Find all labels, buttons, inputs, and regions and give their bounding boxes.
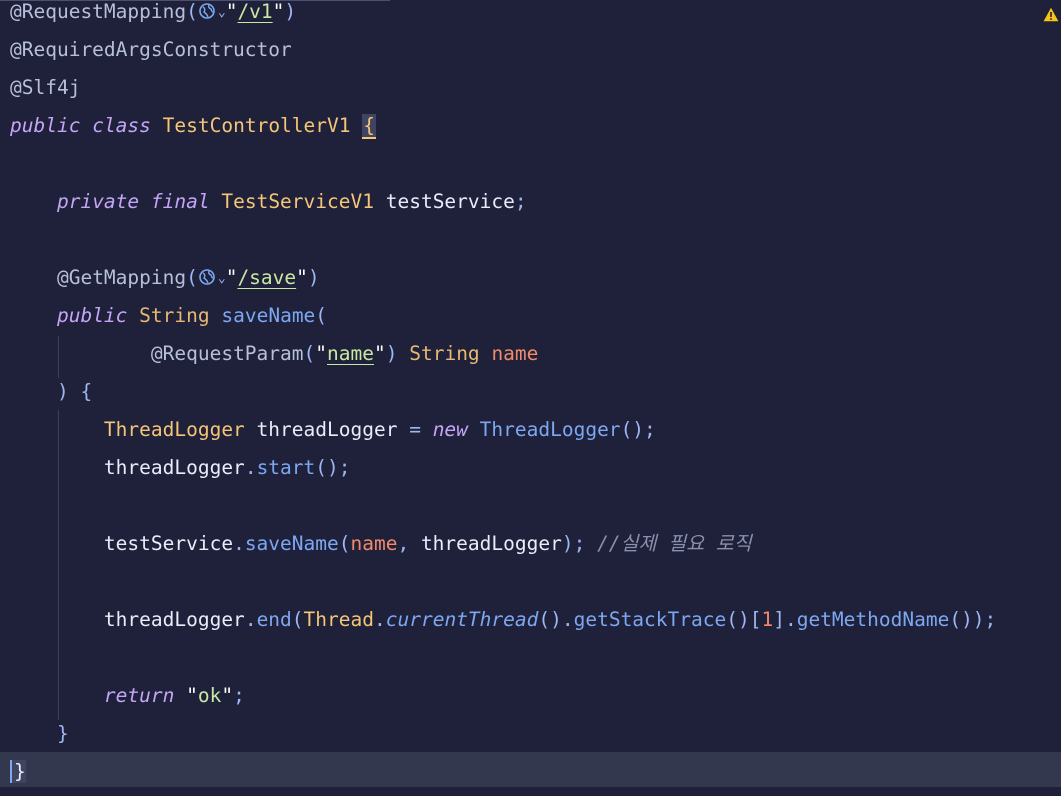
annotation: @RequiredArgsConstructor — [10, 38, 292, 61]
code-line-11[interactable]: ) { — [10, 378, 92, 416]
code-line-19[interactable]: return "ok"; — [10, 682, 245, 720]
annotation: @GetMapping — [56, 266, 187, 289]
method-name: saveName — [221, 304, 316, 327]
annotation: @RequestMapping — [10, 0, 187, 23]
code-line-4[interactable]: public class TestControllerV1 { — [10, 112, 376, 150]
globe-icon[interactable] — [198, 268, 216, 286]
code-line-2[interactable]: @RequiredArgsConstructor — [10, 36, 292, 74]
annotation: @RequestParam — [150, 342, 304, 365]
code-line-20[interactable]: } — [10, 720, 69, 758]
chevron-down-icon[interactable]: ⌄ — [218, 271, 226, 286]
warning-icon[interactable] — [1043, 7, 1059, 22]
annotation: @Slf4j — [10, 76, 81, 99]
globe-icon[interactable] — [198, 2, 216, 20]
code-editor[interactable]: @RequestMapping(⌄"/v1") @RequiredArgsCon… — [0, 0, 1061, 787]
code-line-13[interactable]: threadLogger.start(); — [10, 454, 351, 492]
code-line-21[interactable]: } — [10, 758, 26, 796]
mapping-path[interactable]: /save — [237, 266, 296, 289]
code-line-10[interactable]: @RequestParam("name") String name — [10, 340, 539, 378]
class-name: TestControllerV1 — [162, 114, 351, 137]
mapping-path[interactable]: /v1 — [237, 0, 272, 23]
cursor-brace[interactable]: } — [10, 760, 26, 783]
current-line-highlight — [0, 752, 1061, 787]
code-line-9[interactable]: public String saveName( — [10, 302, 327, 340]
code-line-8[interactable]: @GetMapping(⌄"/save") — [10, 264, 320, 302]
matched-brace: { — [362, 114, 376, 139]
code-line-1[interactable]: @RequestMapping(⌄"/v1") — [10, 0, 296, 36]
code-line-6[interactable]: private final TestServiceV1 testService; — [10, 188, 527, 226]
code-line-3[interactable]: @Slf4j — [10, 74, 80, 112]
code-line-17[interactable]: threadLogger.end(Thread.currentThread().… — [10, 606, 996, 644]
code-comment: //실제 필요 로직 — [597, 532, 752, 555]
chevron-down-icon[interactable]: ⌄ — [218, 5, 226, 20]
code-line-12[interactable]: ThreadLogger threadLogger = new ThreadLo… — [10, 416, 656, 454]
code-line-15[interactable]: testService.saveName(name, threadLogger)… — [10, 530, 752, 568]
return-value: ok — [197, 684, 222, 707]
